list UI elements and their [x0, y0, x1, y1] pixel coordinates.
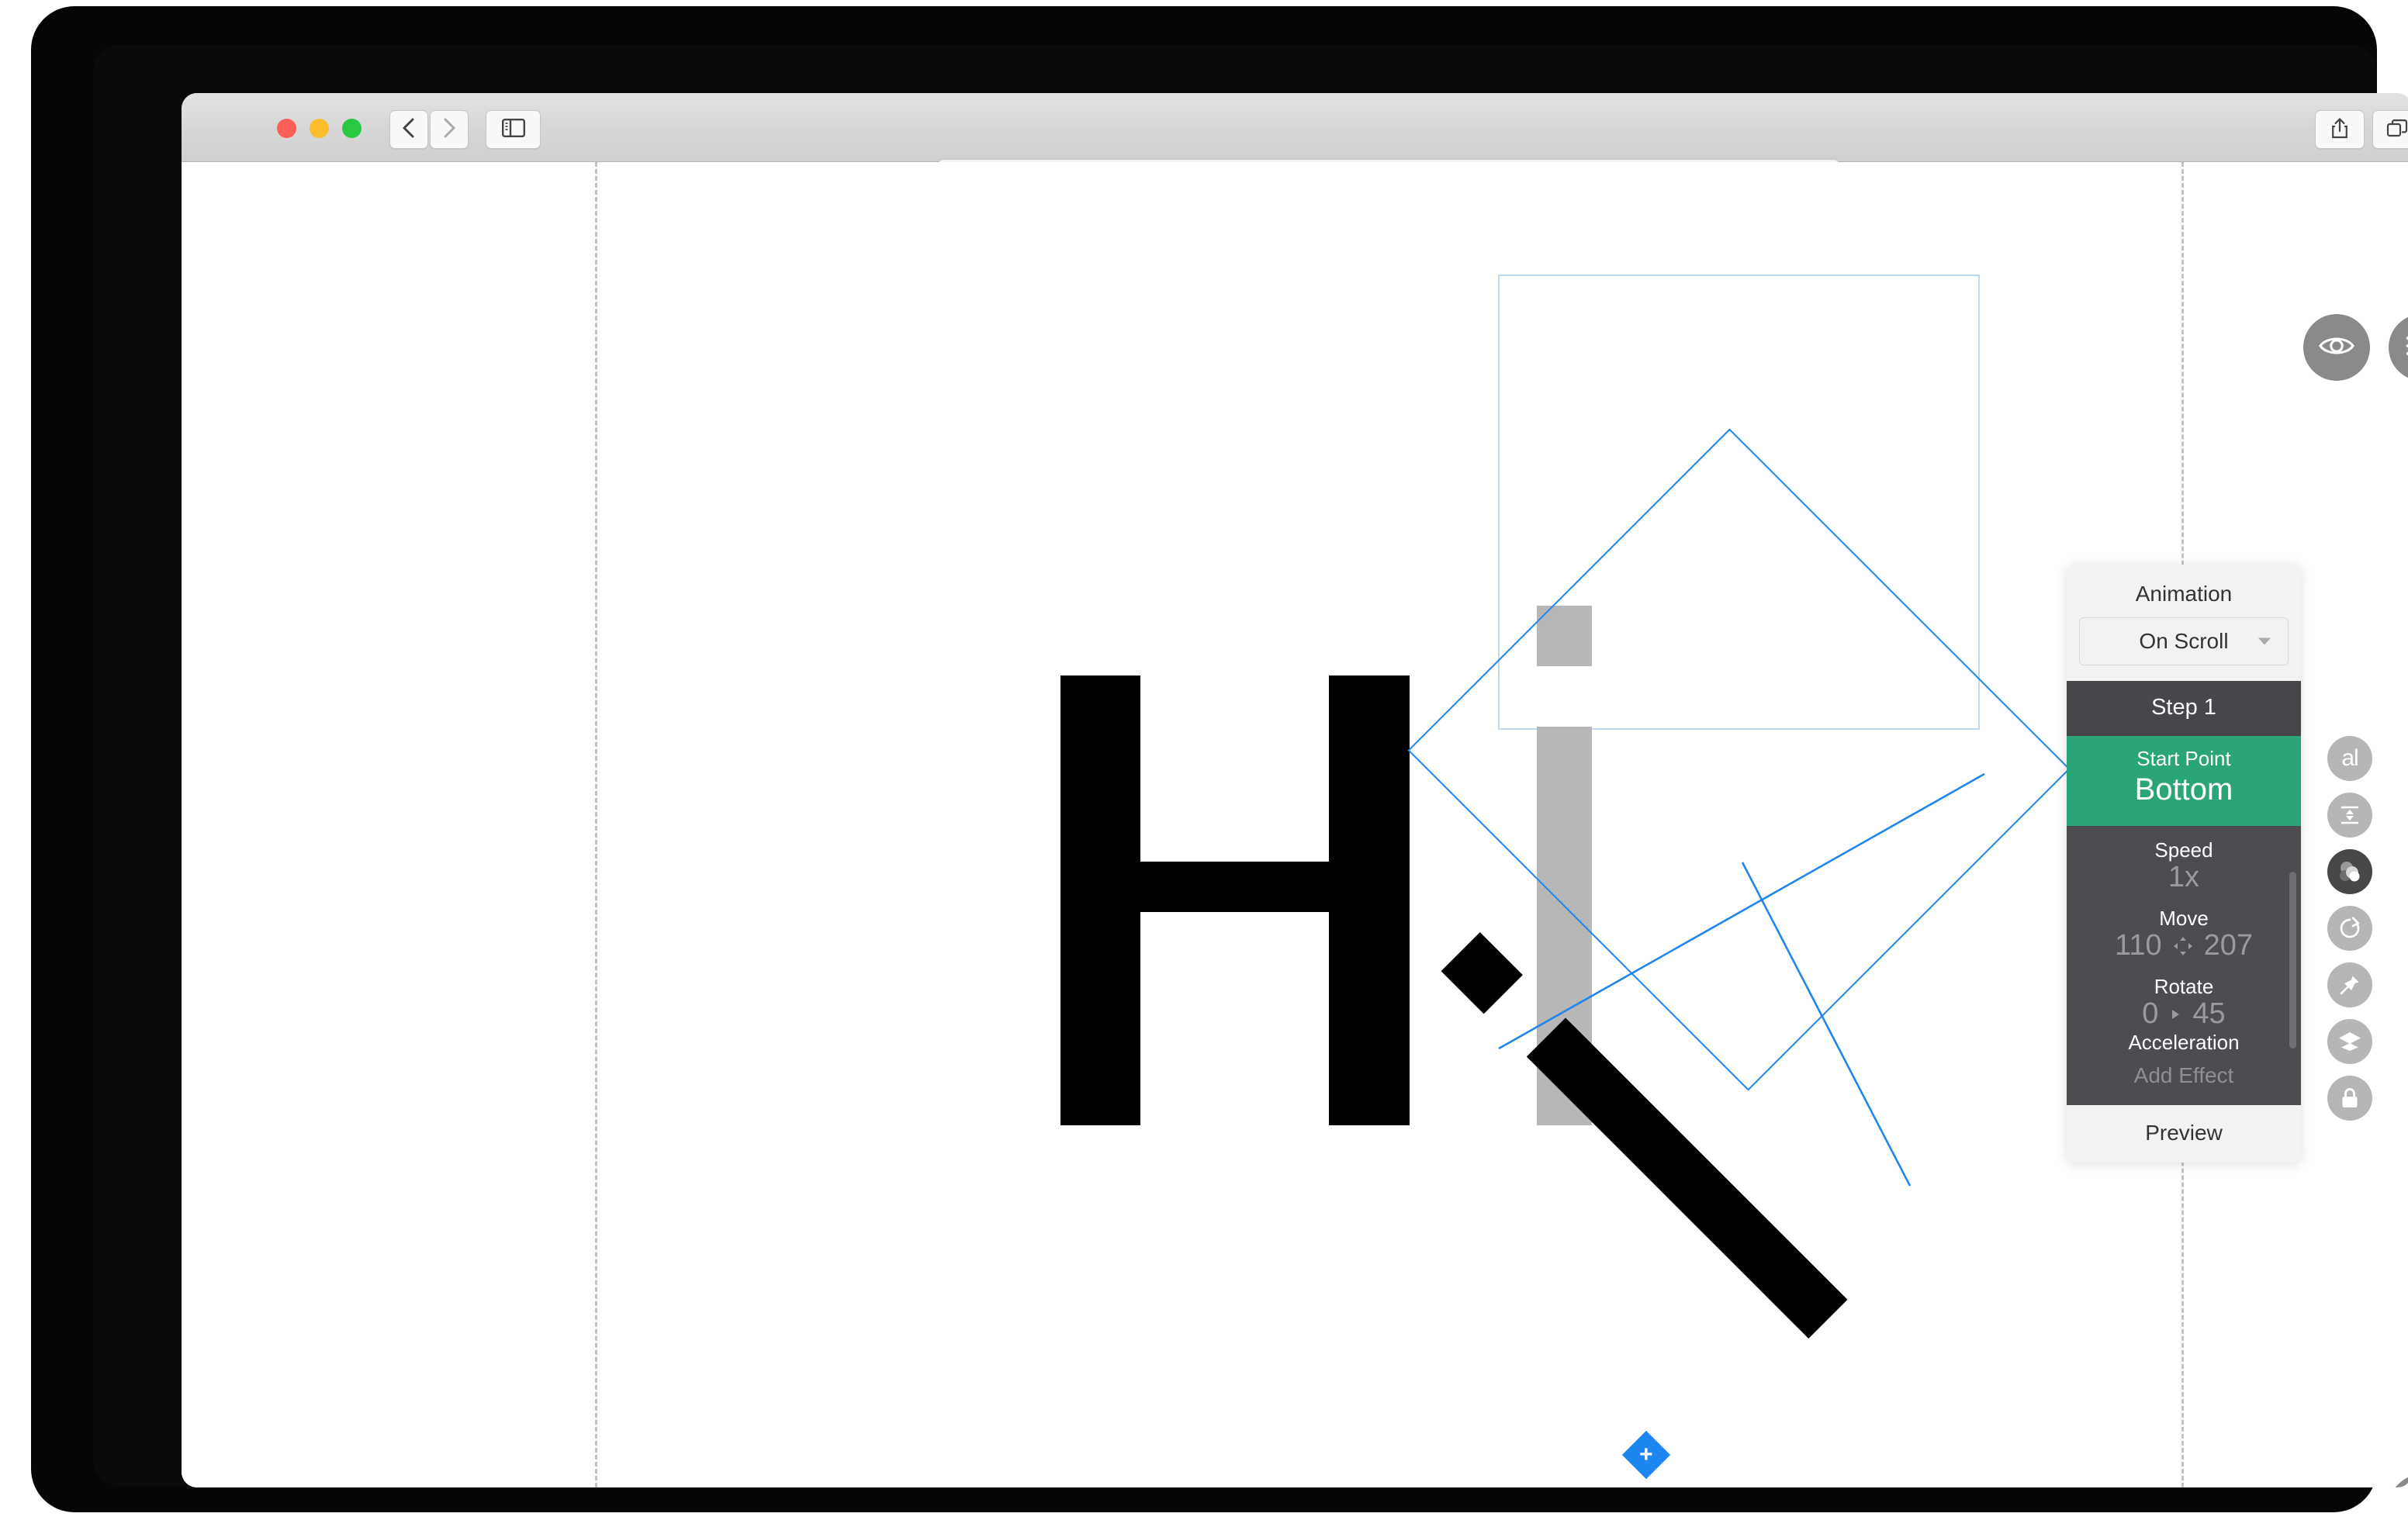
animation-panel-title: Animation	[2135, 582, 2233, 606]
arrow-right-icon	[2169, 1007, 2181, 1021]
laptop-bezel-inner: my.readymag.com	[93, 45, 2408, 1487]
property-move-value: 110 207	[2067, 929, 2301, 962]
window-maximize-button[interactable]	[342, 119, 362, 138]
property-move-to: 207	[2203, 929, 2253, 962]
pin-icon[interactable]	[2327, 962, 2372, 1007]
back-button[interactable]	[389, 110, 428, 149]
property-rotate[interactable]: Rotate 0 45	[2067, 962, 2301, 1031]
property-rotate-label: Rotate	[2154, 975, 2214, 998]
animation-trigger-select[interactable]: On Scroll	[2079, 617, 2289, 665]
property-rotate-value: 0 45	[2067, 997, 2301, 1031]
start-point-row[interactable]: Start Point Bottom	[2067, 736, 2301, 826]
properties-icon-rail: al	[2327, 736, 2372, 1121]
share-icon	[2330, 117, 2349, 143]
layers-icon[interactable]	[2327, 1019, 2372, 1064]
screen-root: my.readymag.com	[0, 0, 2408, 1534]
property-rotate-to: 45	[2192, 997, 2226, 1030]
tab-overview-button[interactable]	[2372, 110, 2408, 149]
property-speed-from: 1x	[2168, 861, 2200, 893]
property-move-from: 110	[2115, 929, 2162, 962]
forward-button[interactable]	[430, 110, 469, 149]
preview-eye-button[interactable]	[2303, 314, 2370, 381]
window-close-button[interactable]	[277, 119, 296, 138]
property-acceleration[interactable]: Acceleration	[2067, 1031, 2301, 1051]
panel-preview-button[interactable]: Preview	[2067, 1105, 2301, 1163]
window-minimize-button[interactable]	[310, 119, 329, 138]
animation-panel[interactable]: Animation On Scroll Step 1 Start Point B…	[2067, 565, 2301, 1163]
lock-icon[interactable]	[2327, 1076, 2372, 1121]
panel-scrollbar[interactable]	[2289, 872, 2296, 1049]
plus-icon: +	[1639, 1442, 1653, 1467]
add-effect-button[interactable]: Add Effect	[2067, 1051, 2301, 1105]
step-header[interactable]: Step 1	[2067, 681, 2301, 736]
move-4way-icon	[2173, 936, 2193, 956]
property-move-label: Move	[2159, 907, 2209, 930]
property-move[interactable]: Move 110 207	[2067, 894, 2301, 962]
property-acceleration-label: Acceleration	[2128, 1031, 2240, 1051]
animation-trigger-value: On Scroll	[2139, 629, 2229, 653]
chevron-left-icon	[401, 116, 417, 143]
sidebar-toggle-icon	[501, 118, 525, 141]
animation-step-body: Step 1 Start Point Bottom Speed 1x Move …	[2067, 681, 2301, 1105]
design-canvas[interactable]: + al Animation On Scroll Step 1 Start Po…	[182, 162, 2408, 1487]
rotate-icon[interactable]	[2327, 906, 2372, 951]
animation-icon[interactable]	[2327, 849, 2372, 894]
eye-icon	[2318, 333, 2355, 363]
start-point-label: Start Point	[2136, 747, 2231, 770]
browser-window: my.readymag.com	[182, 93, 2408, 1487]
property-speed[interactable]: Speed 1x	[2067, 826, 2301, 894]
align-distribute-icon[interactable]	[2327, 793, 2372, 838]
tab-overview-icon	[2386, 118, 2408, 142]
share-button[interactable]	[2315, 110, 2365, 149]
chevron-down-icon	[2258, 637, 2271, 645]
property-speed-label: Speed	[2154, 838, 2213, 862]
property-speed-value: 1x	[2067, 861, 2301, 894]
start-point-value: Bottom	[2134, 772, 2233, 807]
chevron-right-icon	[441, 116, 457, 143]
property-rotate-from: 0	[2142, 997, 2159, 1030]
laptop-bezel: my.readymag.com	[31, 6, 2408, 1512]
typography-icon[interactable]: al	[2327, 736, 2372, 781]
browser-titlebar: my.readymag.com	[182, 93, 2408, 201]
sidebar-toggle-button[interactable]	[486, 110, 541, 149]
